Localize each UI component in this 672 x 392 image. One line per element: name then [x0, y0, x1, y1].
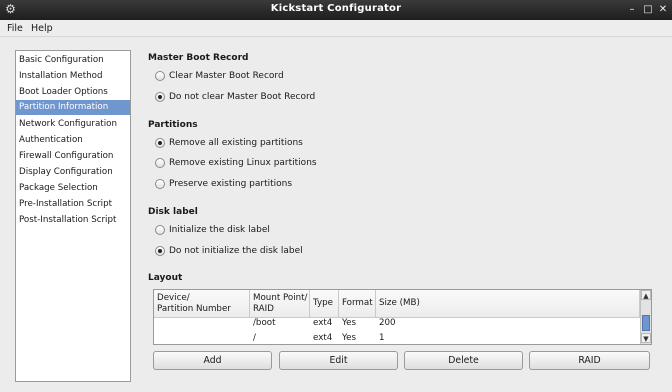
cell-mount-point: /: [253, 333, 256, 343]
column-header-format[interactable]: Format: [339, 290, 376, 318]
table-scrollbar[interactable]: ▲ ▼: [640, 290, 651, 344]
add-button[interactable]: Add: [153, 351, 272, 370]
cell-device: [154, 317, 157, 330]
scroll-down-icon[interactable]: ▼: [641, 333, 651, 343]
radio-label: Remove all existing partitions: [169, 138, 303, 148]
category-list: Basic Configuration Installation Method …: [15, 50, 131, 382]
radio-button[interactable]: [155, 179, 165, 189]
cell-type: ext4: [313, 318, 333, 328]
radio-label: Do not initialize the disk label: [169, 246, 303, 256]
sidebar-item-post-installation-script[interactable]: Post-Installation Script: [16, 213, 130, 228]
cell-size: 200: [379, 318, 396, 328]
radio-button[interactable]: [155, 71, 165, 81]
menu-file[interactable]: File: [7, 23, 23, 34]
radio-label: Initialize the disk label: [169, 225, 270, 235]
scroll-up-icon[interactable]: ▲: [641, 290, 651, 300]
column-header-device[interactable]: Device/ Partition Number: [154, 290, 250, 318]
sidebar-item-pre-installation-script[interactable]: Pre-Installation Script: [16, 197, 130, 212]
sidebar-item-authentication[interactable]: Authentication: [16, 133, 130, 148]
edit-button[interactable]: Edit: [279, 351, 398, 370]
cell-type: ext4: [313, 333, 333, 343]
sidebar-item-firewall-configuration[interactable]: Firewall Configuration: [16, 149, 130, 164]
window-titlebar: ⚙ Kickstart Configurator – □ ✕: [0, 0, 672, 20]
raid-button[interactable]: RAID: [529, 351, 650, 370]
sidebar-item-network-configuration[interactable]: Network Configuration: [16, 117, 130, 132]
cell-format: Yes: [342, 333, 357, 343]
sidebar-item-boot-loader-options[interactable]: Boot Loader Options: [16, 85, 130, 100]
radio-label: Preserve existing partitions: [169, 179, 293, 189]
column-header-mount-point[interactable]: Mount Point/ RAID: [250, 290, 310, 318]
mbr-section-title: Master Boot Record: [148, 53, 249, 63]
maximize-icon[interactable]: □: [642, 3, 654, 16]
cell-format: Yes: [342, 318, 357, 328]
delete-button[interactable]: Delete: [404, 351, 523, 370]
sidebar-item-display-configuration[interactable]: Display Configuration: [16, 165, 130, 180]
scroll-thumb[interactable]: [642, 315, 650, 331]
radio-button[interactable]: [155, 246, 165, 256]
close-icon[interactable]: ✕: [657, 3, 669, 16]
radio-label: Clear Master Boot Record: [169, 71, 284, 81]
radio-button[interactable]: [155, 225, 165, 235]
layout-section-title: Layout: [148, 273, 183, 283]
sidebar-item-installation-method[interactable]: Installation Method: [16, 69, 130, 84]
cell-size: 1: [379, 333, 385, 343]
column-header-type[interactable]: Type: [310, 290, 339, 318]
radio-button[interactable]: [155, 92, 165, 102]
menu-help[interactable]: Help: [31, 23, 53, 34]
radio-button[interactable]: [155, 138, 165, 148]
radio-button[interactable]: [155, 158, 165, 168]
partitions-section-title: Partitions: [148, 120, 198, 130]
radio-label: Remove existing Linux partitions: [169, 158, 317, 168]
disklabel-section-title: Disk label: [148, 207, 198, 217]
window-title: Kickstart Configurator: [270, 3, 402, 14]
sidebar-item-basic-configuration[interactable]: Basic Configuration: [16, 53, 130, 68]
minimize-icon[interactable]: –: [626, 3, 638, 16]
cell-mount-point: /boot: [253, 318, 276, 328]
cell-device: [154, 332, 157, 344]
sidebar-item-package-selection[interactable]: Package Selection: [16, 181, 130, 196]
partition-table: Device/ Partition Number Mount Point/ RA…: [153, 289, 652, 345]
radio-label: Do not clear Master Boot Record: [169, 92, 316, 102]
sidebar-item-partition-information[interactable]: Partition Information: [16, 100, 130, 115]
column-header-size[interactable]: Size (MB): [376, 290, 640, 318]
menu-bar: File Help: [0, 20, 672, 37]
